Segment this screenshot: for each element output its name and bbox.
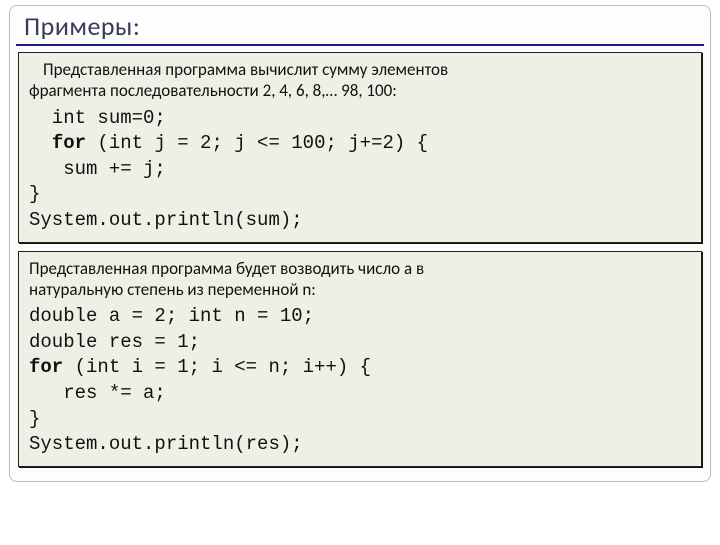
- example-panel-1: Представленная программа вычислит сумму …: [18, 52, 702, 243]
- slide-title: Примеры:: [10, 10, 710, 44]
- example2-description: Представленная программа будет возводить…: [29, 258, 691, 301]
- text-line: Представленная программа будет возводить…: [29, 258, 424, 279]
- keyword-for: for: [52, 132, 86, 154]
- code-line: sum += j;: [29, 158, 166, 180]
- slide-frame: Примеры: Представленная программа вычисл…: [9, 5, 711, 482]
- title-underline: [16, 44, 704, 46]
- code-line: (int j = 2; j <= 100; j+=2) {: [86, 132, 428, 154]
- code-line: }: [29, 183, 40, 205]
- text-line: фрагмента последовательности 2, 4, 6, 8,…: [29, 80, 397, 101]
- code-line: [29, 132, 52, 154]
- example1-description: Представленная программа вычислит сумму …: [29, 59, 691, 102]
- code-line: int sum=0;: [29, 107, 166, 129]
- code-line: double res = 1;: [29, 331, 200, 353]
- code-line: System.out.println(res);: [29, 433, 303, 455]
- example1-code: int sum=0; for (int j = 2; j <= 100; j+=…: [29, 106, 691, 234]
- code-line: }: [29, 408, 40, 430]
- code-line: double a = 2; int n = 10;: [29, 305, 314, 327]
- text-line: натуральную степень из переменной n:: [29, 279, 316, 300]
- code-line: (int i = 1; i <= n; i++) {: [63, 356, 371, 378]
- text-line: Представленная программа вычислит сумму …: [43, 59, 448, 80]
- example-panel-2: Представленная программа будет возводить…: [18, 251, 702, 467]
- keyword-for: for: [29, 356, 63, 378]
- code-line: System.out.println(sum);: [29, 209, 303, 231]
- example2-code: double a = 2; int n = 10; double res = 1…: [29, 304, 691, 458]
- code-line: res *= a;: [29, 382, 166, 404]
